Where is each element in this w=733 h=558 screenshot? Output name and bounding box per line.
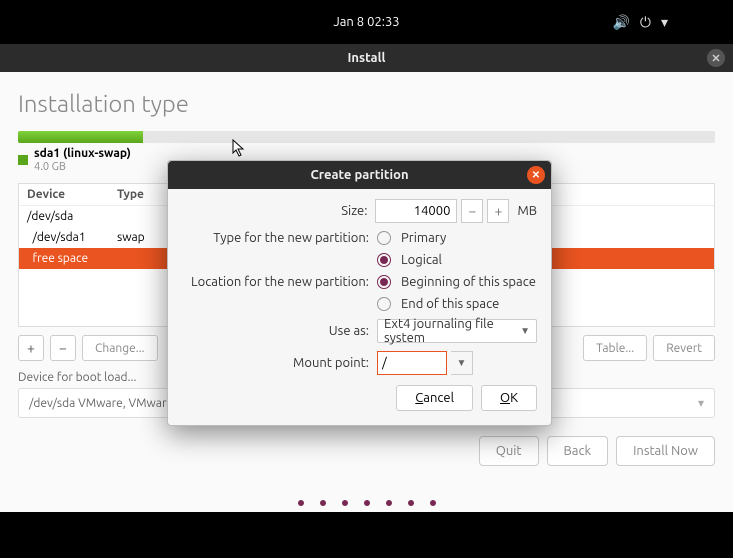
system-tray: 🔊 ⏻ ▾ [612, 14, 668, 31]
col-type: Type [117, 188, 167, 201]
radio-primary[interactable]: Primary [377, 231, 537, 245]
dialog-titlebar: Create partition ✕ [168, 161, 551, 189]
revert-button[interactable]: Revert [653, 335, 715, 361]
col-device: Device [27, 188, 117, 201]
change-button[interactable]: Change... [82, 335, 158, 361]
clock: Jan 8 02:33 [333, 15, 399, 29]
window-close-button[interactable]: ✕ [707, 49, 725, 67]
ok-button[interactable]: OK [481, 385, 537, 411]
mount-point-input[interactable] [377, 351, 447, 375]
useas-select[interactable]: Ext4 journaling file system ▼ [377, 319, 537, 343]
partition-bar-swap [18, 131, 143, 143]
size-decrement-button[interactable]: − [461, 199, 483, 223]
radio-begin[interactable]: Beginning of this space [377, 275, 537, 289]
legend-size: 4.0 GB [34, 161, 66, 173]
wizard-buttons: Quit Back Install Now [18, 436, 715, 466]
legend-label: sda1 (linux-swap) [34, 147, 131, 160]
size-label: Size: [182, 204, 375, 218]
remove-partition-button[interactable]: − [50, 335, 76, 361]
type-label: Type for the new partition: [182, 231, 377, 245]
page-dots [298, 500, 436, 506]
install-now-button[interactable]: Install Now [616, 436, 715, 466]
dot [342, 500, 348, 506]
dot [320, 500, 326, 506]
add-partition-button[interactable]: + [18, 335, 44, 361]
radio-icon [377, 297, 391, 311]
location-label: Location for the new partition: [182, 275, 377, 289]
radio-logical[interactable]: Logical [377, 253, 537, 267]
radio-icon [377, 253, 391, 267]
chevron-down-icon: ▼ [520, 325, 530, 337]
radio-end[interactable]: End of this space [377, 297, 537, 311]
dot [408, 500, 414, 506]
dot [430, 500, 436, 506]
partition-visual [18, 131, 715, 143]
size-input[interactable] [375, 199, 457, 223]
volume-icon[interactable]: 🔊 [612, 14, 629, 31]
useas-label: Use as: [182, 324, 377, 338]
size-increment-button[interactable]: + [487, 199, 509, 223]
dot [298, 500, 304, 506]
size-unit: MB [517, 204, 537, 218]
cancel-button[interactable]: Cancel [396, 385, 473, 411]
dialog-close-button[interactable]: ✕ [527, 166, 545, 184]
new-table-button[interactable]: Table... [583, 335, 647, 361]
useas-value: Ext4 journaling file system [384, 317, 520, 345]
page-title: Installation type [18, 90, 715, 117]
dot [364, 500, 370, 506]
legend-swatch [18, 155, 28, 165]
create-partition-dialog: Create partition ✕ Size: − + MB Type for… [167, 160, 552, 426]
radio-icon [377, 231, 391, 245]
back-button[interactable]: Back [547, 436, 609, 466]
chevron-down-icon[interactable]: ▾ [661, 14, 668, 31]
window-title: Install [348, 51, 386, 65]
window-titlebar: Install ✕ [0, 44, 733, 72]
top-bar: Jan 8 02:33 🔊 ⏻ ▾ [0, 0, 733, 44]
quit-button[interactable]: Quit [479, 436, 539, 466]
radio-icon [377, 275, 391, 289]
partition-bar-free [143, 131, 715, 143]
power-icon[interactable]: ⏻ [640, 14, 651, 31]
dialog-title: Create partition [310, 168, 408, 182]
dot [386, 500, 392, 506]
chevron-down-icon: ▾ [698, 396, 704, 410]
mount-dropdown-button[interactable]: ▼ [451, 351, 473, 375]
mount-label: Mount point: [182, 356, 377, 370]
